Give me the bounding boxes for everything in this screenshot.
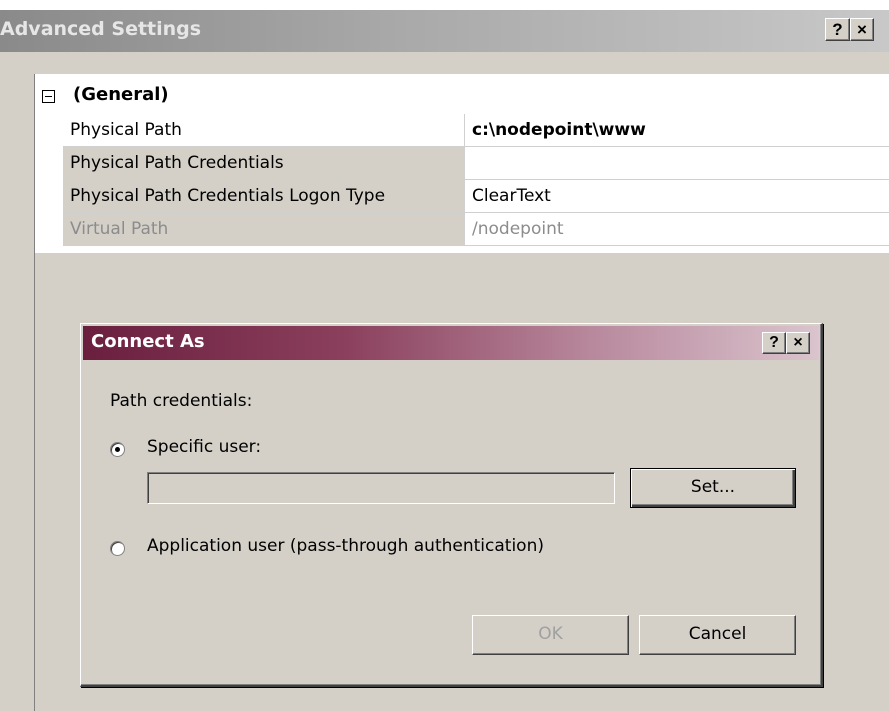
specific-user-radio[interactable] — [110, 442, 125, 457]
cancel-button[interactable]: Cancel — [639, 615, 796, 655]
connect-as-titlebar[interactable]: Connect As ? × — [83, 326, 819, 360]
set-button[interactable]: Set... — [630, 468, 796, 508]
dialog-close-button[interactable]: × — [786, 332, 810, 354]
set-button-label: Set... — [690, 477, 736, 497]
category-general[interactable]: (General) — [35, 82, 889, 112]
collapse-icon[interactable] — [42, 90, 55, 103]
property-row-virtual-path[interactable]: Virtual Path /nodepoint — [63, 213, 889, 246]
application-user-label[interactable]: Application user (pass-through authentic… — [147, 536, 544, 556]
ok-button-label: OK — [538, 624, 563, 644]
property-value[interactable]: c:\nodepoint\www — [466, 114, 889, 146]
property-name: Physical Path Credentials Logon Type — [63, 180, 465, 212]
connect-as-title: Connect As — [91, 331, 205, 352]
specific-user-label[interactable]: Specific user: — [147, 437, 261, 457]
help-icon: ? — [832, 20, 843, 39]
help-icon: ? — [769, 334, 779, 351]
property-row-physical-path-credentials[interactable]: Physical Path Credentials — [63, 147, 889, 180]
property-value[interactable]: ClearText — [466, 180, 889, 212]
property-row-logon-type[interactable]: Physical Path Credentials Logon Type Cle… — [63, 180, 889, 213]
cancel-button-label: Cancel — [688, 624, 747, 644]
close-button[interactable]: × — [850, 18, 874, 41]
category-label: (General) — [73, 84, 169, 105]
property-name: Virtual Path — [63, 213, 465, 245]
ok-button[interactable]: OK — [472, 615, 629, 655]
dialog-help-button[interactable]: ? — [762, 332, 786, 354]
close-icon: × — [857, 20, 867, 39]
path-credentials-label: Path credentials: — [110, 391, 253, 411]
specific-user-field[interactable] — [147, 472, 615, 504]
close-icon: × — [793, 334, 803, 351]
help-button[interactable]: ? — [825, 18, 850, 41]
property-value: /nodepoint — [466, 213, 889, 245]
advanced-settings-titlebar[interactable]: Advanced Settings ? × — [0, 10, 889, 52]
advanced-settings-title: Advanced Settings — [0, 18, 202, 40]
property-name: Physical Path — [63, 114, 465, 146]
application-user-radio[interactable] — [110, 541, 125, 556]
property-value[interactable] — [466, 147, 889, 179]
property-name: Physical Path Credentials — [63, 147, 465, 179]
connect-as-dialog: Connect As ? × Path credentials: Specifi… — [80, 323, 823, 687]
property-row-physical-path[interactable]: Physical Path c:\nodepoint\www — [63, 114, 889, 147]
